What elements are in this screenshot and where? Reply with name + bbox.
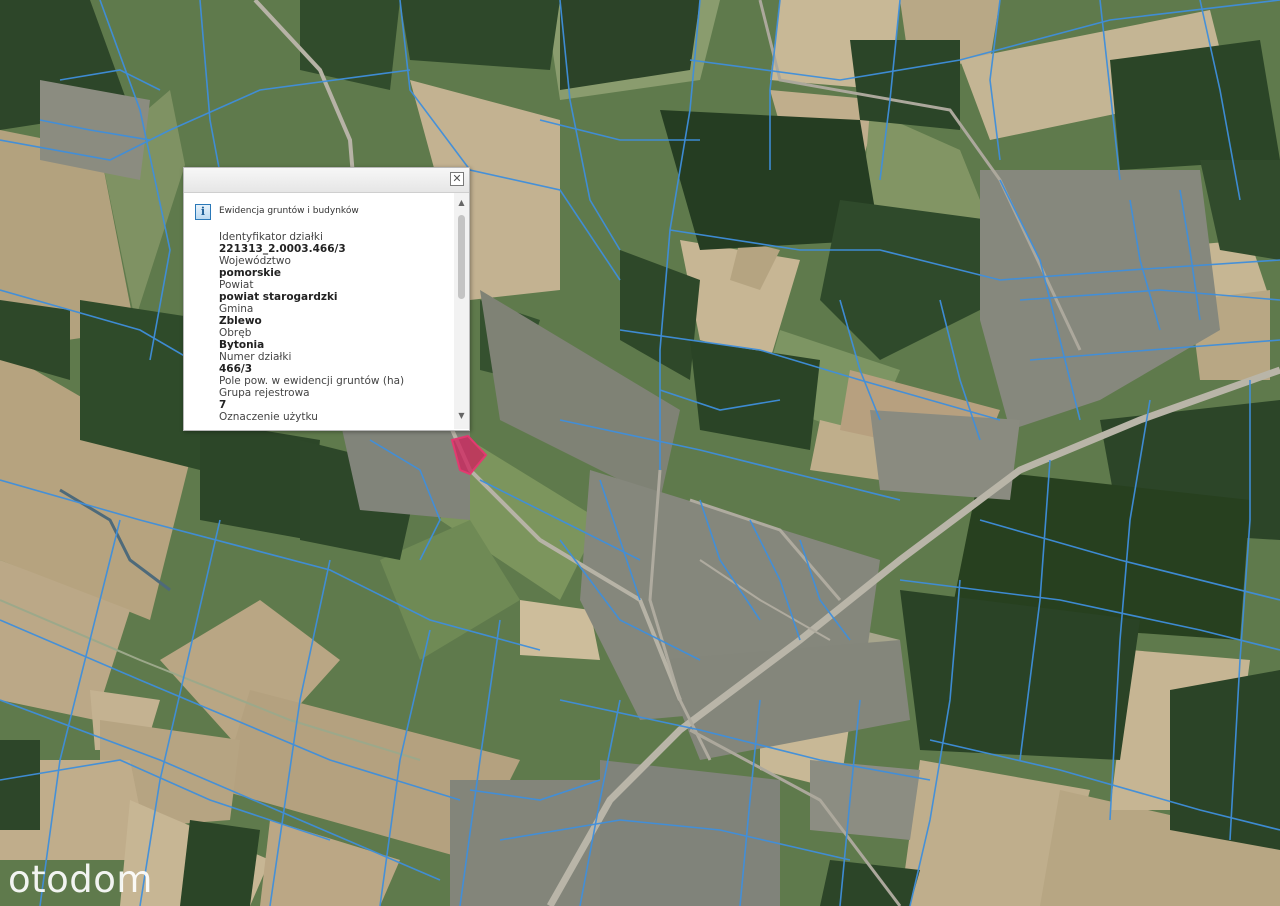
attr-label-precinct: Obręb — [219, 327, 252, 339]
popup-body: i Ewidencja gruntów i budynków Identyfik… — [184, 193, 454, 429]
attr-value-voivodeship: pomorskie — [219, 267, 282, 279]
attr-value-county: powiat starogardzki — [219, 291, 338, 303]
attr-value-parcel-number: 466/3 — [219, 363, 253, 375]
attr-label-area: Pole pow. w ewidencji gruntów (ha) — [219, 375, 405, 387]
scroll-up-icon[interactable]: ▲ — [454, 196, 469, 210]
attr-value-commune: Zblewo — [219, 315, 262, 327]
otodom-watermark: otodom — [8, 858, 153, 901]
attr-label-parcel-number: Numer działki — [219, 351, 292, 363]
info-icon: i — [195, 204, 211, 220]
popup-scrollbar[interactable]: ▲ ▼ — [454, 193, 469, 429]
scroll-thumb[interactable] — [458, 215, 465, 299]
attr-label-parcel-id: Identyfikator działki — [219, 231, 323, 243]
attr-value-parcel-id: 221313_2.0003.466/3 — [219, 243, 346, 255]
attr-value-register-group: 7 — [219, 399, 227, 411]
popup-header: ✕ — [184, 168, 469, 193]
aerial-map[interactable] — [0, 0, 1280, 906]
attribute-list: Identyfikator działki 221313_2.0003.466/… — [219, 231, 449, 423]
attr-label-commune: Gmina — [219, 303, 254, 315]
identify-popup: ✕ i Ewidencja gruntów i budynków Identyf… — [183, 167, 470, 431]
attr-label-land-use: Oznaczenie użytku — [219, 411, 318, 423]
close-icon[interactable]: ✕ — [450, 172, 464, 186]
attr-label-register-group: Grupa rejestrowa — [219, 387, 310, 399]
attr-label-county: Powiat — [219, 279, 254, 291]
layer-title: Ewidencja gruntów i budynków — [219, 206, 359, 216]
attr-value-precinct: Bytonia — [219, 339, 265, 351]
scroll-down-icon[interactable]: ▼ — [454, 409, 469, 423]
attr-label-voivodeship: Województwo — [219, 255, 291, 267]
